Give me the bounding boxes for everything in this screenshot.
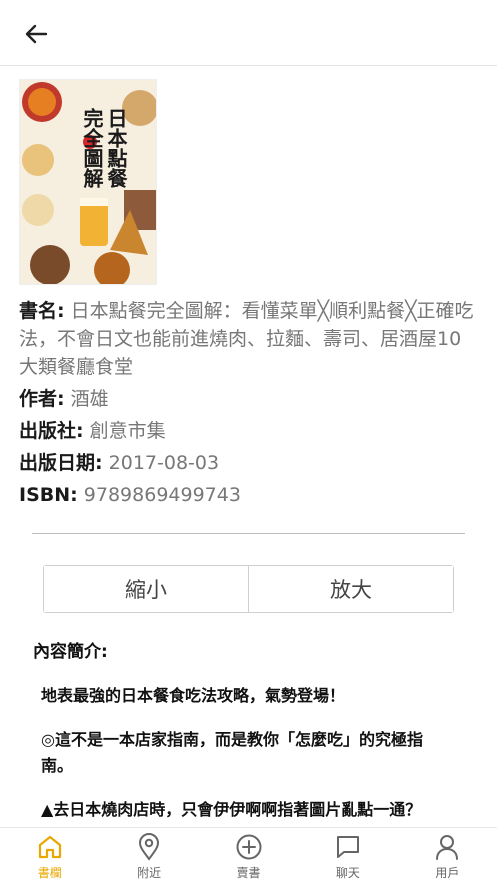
book-date-row: 出版日期: 2017-08-03 <box>19 449 479 477</box>
book-cover-image: 日本點餐 完全圖解 <box>19 79 157 285</box>
book-author-label: 作者: <box>19 388 65 410</box>
top-bar <box>0 0 497 66</box>
nav-item-chat[interactable]: 聊天 <box>298 828 397 883</box>
description-paragraph: ▲去日本燒肉店時，只會伊伊啊啊指著圖片亂點一通？ <box>41 800 422 819</box>
book-description: 內容簡介: 地表最強的日本餐食吃法攻略，氣勢登場！ ◎這不是一本店家指南，而是教… <box>33 639 453 827</box>
section-divider <box>32 533 465 534</box>
book-publisher-value: 創意市集 <box>89 420 166 442</box>
home-icon <box>35 833 65 861</box>
book-title-label: 書名: <box>19 300 65 322</box>
book-isbn-label: ISBN: <box>19 484 78 506</box>
nav-item-sell[interactable]: 賣書 <box>199 828 298 883</box>
arrow-left-icon <box>25 24 48 44</box>
nav-label: 賣書 <box>236 866 261 880</box>
book-date-value: 2017-08-03 <box>108 452 220 474</box>
book-title-row: 書名: 日本點餐完全圖解：看懂菜單╳順利點餐╳正確吃法，不會日文也能前進燒肉、拉… <box>19 297 479 381</box>
nav-label: 附近 <box>137 866 162 880</box>
nav-label: 用戶 <box>435 866 460 880</box>
shrink-text-button[interactable]: 縮小 <box>44 566 248 612</box>
chat-bubble-icon <box>333 833 363 861</box>
book-publisher-label: 出版社: <box>19 420 84 442</box>
book-isbn-value: 9789869499743 <box>83 484 241 506</box>
nav-item-user[interactable]: 用戶 <box>398 828 497 883</box>
book-title-value: 日本點餐完全圖解：看懂菜單╳順利點餐╳正確吃法，不會日文也能前進燒肉、拉麵、壽司… <box>19 300 474 378</box>
book-author-row: 作者: 酒雄 <box>19 385 479 413</box>
description-heading: 內容簡介: <box>33 642 108 662</box>
back-button[interactable] <box>18 18 54 50</box>
book-date-label: 出版日期: <box>19 452 103 474</box>
plus-circle-icon <box>234 833 264 861</box>
nav-label: 聊天 <box>335 866 360 880</box>
text-zoom-control: 縮小 放大 <box>43 565 454 613</box>
book-publisher-row: 出版社: 創意市集 <box>19 417 479 445</box>
cover-title-line1: 日本點餐 <box>104 108 128 189</box>
description-paragraph: 地表最強的日本餐食吃法攻略，氣勢登場！ <box>41 686 346 705</box>
description-paragraph: ◎這不是一本店家指南，而是教你「怎麼吃」的究極指南。 <box>41 730 423 775</box>
book-detail-content: 日本點餐 完全圖解 書名: 日本點餐完全圖解：看懂菜單╳順利點餐╳正確吃法，不會… <box>0 67 497 827</box>
book-isbn-row: ISBN: 9789869499743 <box>19 481 479 509</box>
enlarge-text-button[interactable]: 放大 <box>248 566 453 612</box>
book-metadata: 書名: 日本點餐完全圖解：看懂菜單╳順利點餐╳正確吃法，不會日文也能前進燒肉、拉… <box>19 297 479 513</box>
bottom-navigation: 書欄 附近 賣書 聊天 用戶 <box>0 827 497 883</box>
location-pin-icon <box>134 833 164 861</box>
nav-item-bookshelf[interactable]: 書欄 <box>0 828 99 883</box>
nav-item-nearby[interactable]: 附近 <box>99 828 198 883</box>
cover-title-line2: 完全圖解 <box>80 107 104 189</box>
book-author-value: 酒雄 <box>70 388 109 410</box>
user-icon <box>432 833 462 861</box>
nav-label: 書欄 <box>37 866 62 880</box>
